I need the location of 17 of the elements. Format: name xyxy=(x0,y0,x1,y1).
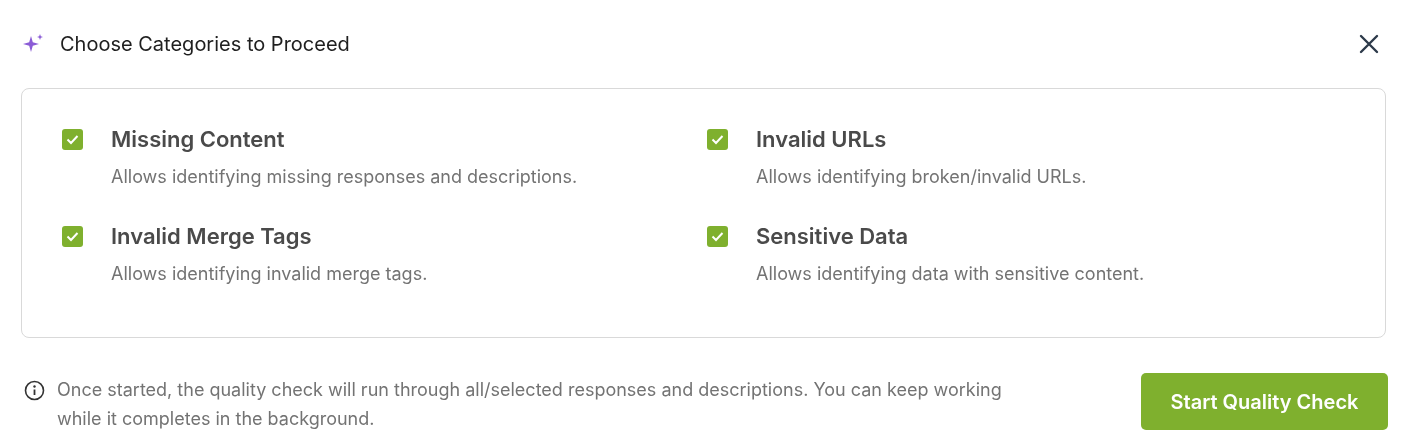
category-title: Sensitive Data xyxy=(756,222,910,250)
category-description: Allows identifying missing responses and descriptions. xyxy=(111,165,578,189)
category-title: Missing Content xyxy=(111,125,286,153)
category-description: Allows identifying invalid merge tags. xyxy=(111,262,428,286)
category-description: Allows identifying broken/invalid URLs. xyxy=(756,165,1087,189)
category-title: Invalid Merge Tags xyxy=(111,222,313,250)
category-description: Allows identifying data with sensitive content. xyxy=(756,262,1145,286)
close-icon[interactable] xyxy=(1357,32,1381,56)
checkbox[interactable] xyxy=(707,226,728,247)
checkbox[interactable] xyxy=(707,129,728,150)
checkbox[interactable] xyxy=(62,129,83,150)
checkbox[interactable] xyxy=(62,226,83,247)
info-icon xyxy=(24,380,45,401)
category-title: Invalid URLs xyxy=(756,125,888,153)
dialog-title: Choose Categories to Proceed xyxy=(60,31,350,58)
info-note: Once started, the quality check will run through all/selected responses and descriptions. You can keep working while it completes in the background. xyxy=(57,378,1003,431)
start-quality-check-button[interactable]: Start Quality Check xyxy=(1141,373,1388,430)
